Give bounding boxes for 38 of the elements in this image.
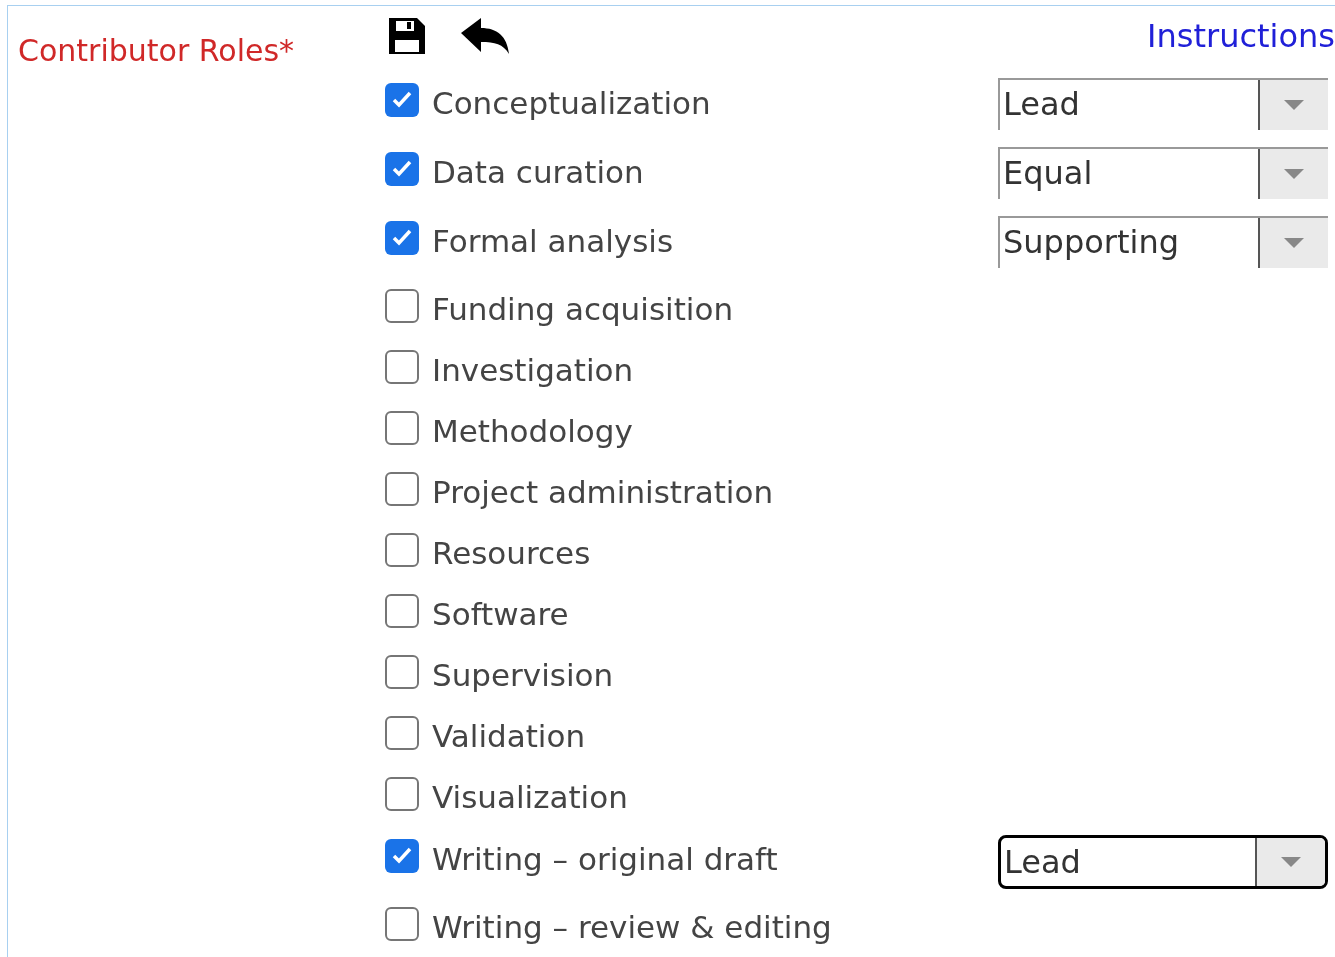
dropdown-arrow-icon [1281,856,1301,867]
checkbox[interactable] [385,906,419,941]
checkbox[interactable] [385,349,419,384]
dropdown-arrow-icon [1284,168,1304,179]
checkbox[interactable] [385,288,419,323]
role-label: Writing – review & editing [432,908,832,948]
contribution-dropdown[interactable]: Lead [998,834,1328,889]
role-label: Writing – original draft [432,840,778,880]
checkbox[interactable] [385,471,419,506]
checkbox[interactable] [385,838,419,873]
role-label: Formal analysis [432,222,674,262]
contribution-dropdown[interactable]: Lead [998,77,1328,130]
role-label: Funding acquisition [432,290,734,330]
role-label: Supervision [432,656,614,696]
role-label: Visualization [432,778,628,818]
role-label: Methodology [432,412,633,452]
dropdown-arrow-icon [1284,237,1304,248]
field-label: Contributor Roles* [18,33,295,68]
checkbox[interactable] [385,410,419,445]
checkbox[interactable] [385,593,419,628]
contribution-dropdown[interactable]: Equal [998,146,1328,199]
checkbox[interactable] [385,82,419,117]
role-label: Data curation [432,153,644,193]
role-label: Validation [432,717,586,757]
contribution-dropdown[interactable]: Supporting [998,215,1328,268]
checkbox[interactable] [385,776,419,811]
role-label: Conceptualization [432,84,711,124]
checkbox[interactable] [385,532,419,567]
role-label: Project administration [432,473,774,513]
checkbox[interactable] [385,151,419,186]
checkbox[interactable] [385,220,419,255]
role-label: Software [432,595,569,635]
checkbox[interactable] [385,715,419,750]
role-label: Investigation [432,351,634,391]
dropdown-arrow-icon [1284,99,1304,110]
role-label: Resources [432,534,591,574]
checkbox[interactable] [385,654,419,689]
instructions-link[interactable]: Instructions [1147,12,1335,60]
